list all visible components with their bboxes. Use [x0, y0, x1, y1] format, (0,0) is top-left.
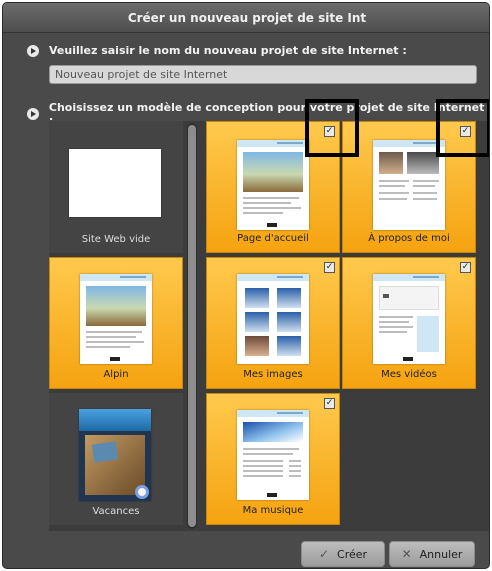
template-tile-vacances[interactable]: Vacances	[49, 393, 183, 525]
cancel-button[interactable]: ✕ Annuler	[389, 541, 475, 567]
template-thumbnail	[69, 149, 161, 217]
template-tile-mes-images[interactable]: ✓ Mes images	[206, 257, 340, 389]
bullet-icon	[27, 108, 39, 120]
scrollbar-thumb[interactable]	[188, 125, 196, 527]
project-name-input[interactable]	[49, 65, 477, 84]
template-thumbnail	[237, 410, 309, 500]
dialog-title: Créer un nouveau projet de site Int	[127, 10, 367, 25]
step1-label: Veuillez saisir le nom du nouveau projet…	[49, 44, 407, 57]
template-tile-mes-videos[interactable]: ✓ Mes vidéos	[342, 257, 476, 389]
template-label: Site Web vide	[81, 234, 151, 245]
cancel-button-label: Annuler	[419, 547, 463, 561]
template-label: Ma musique	[242, 505, 304, 516]
template-label: Vacances	[92, 506, 140, 517]
create-button[interactable]: ✓ Créer	[301, 541, 385, 567]
create-button-label: Créer	[337, 547, 368, 561]
template-thumbnail	[79, 409, 151, 501]
template-tile-alpin[interactable]: Alpin	[49, 257, 183, 389]
template-scrollbar[interactable]	[187, 123, 197, 529]
checkbox-icon[interactable]: ✓	[324, 262, 335, 273]
template-thumbnail	[373, 274, 445, 364]
template-label: Alpin	[103, 369, 129, 380]
template-thumbnail	[80, 274, 152, 364]
checkbox-icon[interactable]: ✓	[324, 398, 335, 409]
template-thumbnail	[237, 274, 309, 364]
step1-row: Veuillez saisir le nom du nouveau projet…	[27, 44, 407, 57]
template-label: À propos de moi	[368, 233, 450, 244]
bullet-icon	[27, 44, 39, 57]
template-thumbnail	[237, 140, 309, 230]
title-bar[interactable]: Créer un nouveau projet de site Int	[3, 3, 489, 33]
checkbox-icon[interactable]: ✓	[460, 262, 471, 273]
close-icon: ✕	[401, 547, 412, 561]
template-label: Mes images	[243, 369, 303, 380]
highlight-box	[436, 99, 489, 157]
check-icon: ✓	[318, 547, 330, 561]
template-tile-ma-musique[interactable]: ✓ Ma musique	[206, 393, 340, 525]
highlight-box	[305, 99, 359, 157]
dialog-window: Créer un nouveau projet de site Int Veui…	[2, 2, 490, 569]
template-thumbnail	[373, 140, 445, 230]
template-label: Page d'accueil	[237, 233, 309, 244]
template-label: Mes vidéos	[381, 369, 437, 380]
template-tile-blank[interactable]: Site Web vide	[49, 121, 183, 253]
